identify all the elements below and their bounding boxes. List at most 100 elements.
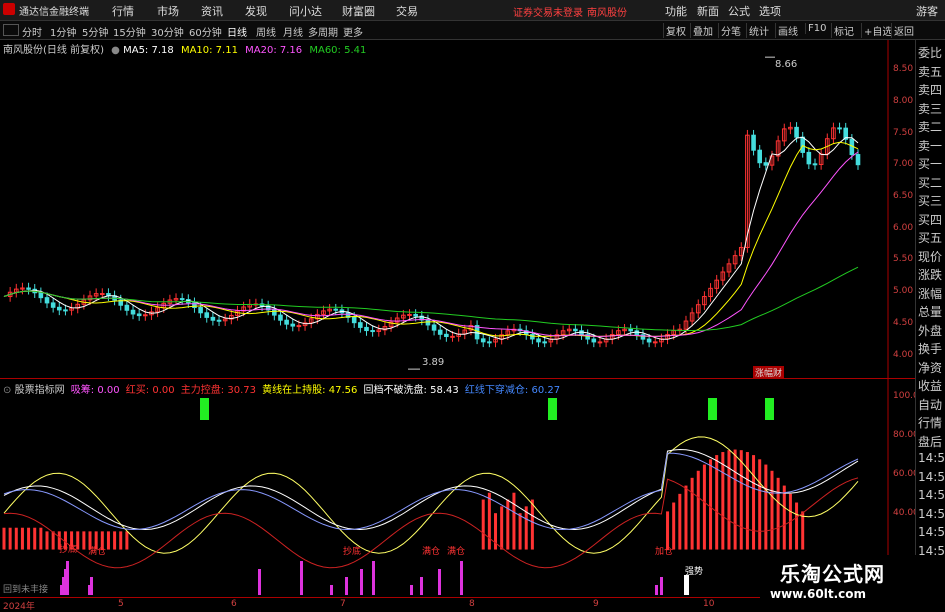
- candle-body: [444, 333, 449, 338]
- candle-body: [487, 341, 492, 344]
- candle-body: [597, 341, 603, 344]
- watermark-title: 乐淘公式网: [780, 562, 885, 586]
- histogram-bar: [39, 527, 43, 550]
- histogram-bar: [14, 527, 18, 550]
- indicator-value: 黄线在上持股: 47.56: [262, 385, 358, 396]
- histogram-bar: [8, 527, 12, 550]
- accumulation-bar: [90, 577, 93, 595]
- side-panel-item: 卖三: [918, 101, 943, 116]
- signal-label: 满仓: [447, 547, 466, 557]
- candle-body: [646, 338, 652, 343]
- candle-body: [278, 314, 283, 321]
- side-panel-item: 涨跌: [918, 268, 943, 282]
- side-panel-item: 行情: [918, 416, 943, 430]
- candle-body: [837, 127, 842, 130]
- candle-body: [536, 338, 541, 343]
- x-tick: 5: [118, 599, 124, 609]
- histogram-bar: [125, 531, 129, 550]
- candle-body: [358, 322, 363, 328]
- signal-label: 加仓: [655, 547, 674, 557]
- candle-body: [136, 313, 142, 317]
- signal-label: 抄底: [59, 545, 78, 555]
- ma20-line: [3, 151, 859, 337]
- side-panel-item: 买二: [918, 175, 943, 190]
- candle-body: [38, 292, 44, 299]
- side-panel-item: 14:50: [918, 525, 945, 539]
- side-panel-item: 换手: [918, 342, 943, 356]
- candle-body: [50, 302, 56, 308]
- accumulation-bar: [410, 585, 413, 595]
- accumulation-bar: [460, 561, 463, 595]
- indicator-name[interactable]: 股票指标网: [15, 385, 65, 396]
- candle-body: [413, 313, 418, 317]
- x-tick: 2024年: [3, 602, 35, 612]
- histogram-bar: [709, 459, 713, 550]
- x-tick: 6: [231, 599, 237, 609]
- candle-body: [407, 313, 412, 316]
- side-panel-item: 14:50: [918, 488, 945, 502]
- side-panel-item: 卖一: [918, 138, 943, 153]
- green-signal-bar: [200, 398, 209, 420]
- candle-body: [204, 312, 210, 318]
- histogram-bar: [795, 502, 799, 550]
- indicator-settings-icon[interactable]: ⊙: [3, 385, 11, 396]
- price-tick: 8.00: [893, 96, 914, 106]
- candle-body: [130, 309, 136, 315]
- candle-body: [333, 308, 339, 311]
- histogram-bar: [106, 531, 110, 550]
- side-panel-item: 买三: [918, 194, 943, 208]
- candle-body: [179, 298, 185, 301]
- side-panel-item: 14:50: [918, 469, 945, 484]
- histogram-bar: [684, 485, 688, 550]
- candle-body: [763, 162, 769, 166]
- indicator-header: ⊙ 股票指标网 吸筹: 0.00 红买: 0.00 主力控盘: 30.73 黄线…: [3, 381, 560, 396]
- accumulation-bar: [345, 577, 348, 595]
- histogram-bar: [690, 477, 694, 550]
- candle-body: [480, 338, 486, 343]
- x-tick: 9: [593, 599, 599, 609]
- histogram-bar: [776, 477, 780, 550]
- histogram-bar: [530, 499, 534, 550]
- signal-label: 满仓: [88, 547, 107, 557]
- price-tick: 4.00: [893, 350, 914, 360]
- accumulation-bar: [360, 569, 363, 595]
- kline-chart[interactable]: [0, 0, 945, 609]
- signal-label: 回到未丰接: [3, 585, 49, 595]
- accumulation-bar: [300, 561, 303, 595]
- accumulation-bar: [372, 561, 375, 595]
- histogram-bar: [752, 455, 756, 550]
- candle-body: [44, 297, 50, 304]
- side-panel-item: 买一: [918, 157, 943, 171]
- price-tick: 7.00: [893, 159, 914, 169]
- histogram-bar: [82, 531, 86, 550]
- histogram-bar: [27, 527, 31, 550]
- candle-body: [210, 316, 216, 321]
- x-tick: 10: [703, 599, 715, 609]
- histogram-bar: [500, 506, 504, 550]
- histogram-bar: [512, 492, 516, 550]
- candle-body: [812, 163, 818, 166]
- signal-label: 抄底: [343, 547, 362, 557]
- candle-body: [573, 328, 578, 332]
- side-panel-item: 买四: [918, 212, 943, 227]
- x-tick: 7: [340, 599, 346, 609]
- price-tick: 8.50: [893, 64, 914, 74]
- accumulation-bar: [660, 577, 663, 595]
- green-signal-bar: [765, 398, 774, 420]
- candle-body: [751, 134, 756, 151]
- histogram-bar: [20, 527, 24, 550]
- indicator-value: 红买: 0.00: [125, 385, 175, 396]
- histogram-bar: [33, 527, 37, 550]
- price-tick: 6.00: [893, 223, 914, 233]
- side-panel-item: 自动: [918, 397, 943, 412]
- side-panel-item: 涨幅: [918, 286, 943, 301]
- histogram-bar: [113, 531, 117, 550]
- candle-body: [26, 287, 31, 290]
- candle-body: [855, 154, 861, 166]
- candle-body: [143, 314, 148, 317]
- price-tick: 6.50: [893, 191, 914, 201]
- candle-body: [272, 309, 277, 316]
- indicator-value: 红线下穿减仓: 60.27: [464, 385, 561, 396]
- candle-body: [530, 334, 535, 340]
- histogram-bar: [782, 485, 786, 550]
